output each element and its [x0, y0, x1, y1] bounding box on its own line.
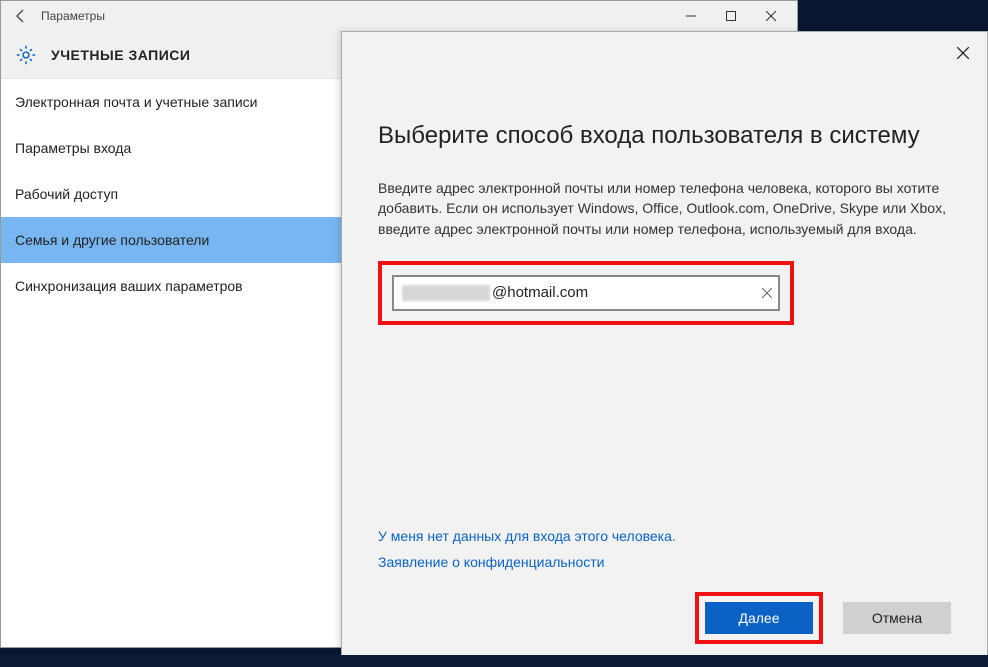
settings-sidebar: Электронная почта и учетные записи Парам…: [1, 79, 341, 309]
next-button-highlight: Далее: [695, 592, 823, 644]
sidebar-item-signin-options[interactable]: Параметры входа: [1, 125, 341, 171]
close-button[interactable]: [751, 1, 791, 31]
redacted-email-local-part: [402, 285, 490, 301]
no-credentials-link[interactable]: У меня нет данных для входа этого челове…: [378, 528, 951, 544]
sidebar-item-work-access[interactable]: Рабочий доступ: [1, 171, 341, 217]
cancel-button[interactable]: Отмена: [843, 602, 951, 634]
email-input[interactable]: [492, 284, 744, 301]
minimize-button[interactable]: [671, 1, 711, 31]
window-title: Параметры: [41, 9, 671, 23]
dialog-footer: У меня нет данных для входа этого челове…: [378, 528, 951, 644]
dialog-description: Введите адрес электронной почты или номе…: [378, 178, 951, 239]
settings-title-bar: Параметры: [1, 1, 797, 31]
dialog-body: Выберите способ входа пользователя в сис…: [342, 32, 987, 325]
section-title: УЧЕТНЫЕ ЗАПИСИ: [51, 47, 190, 63]
clear-input-icon[interactable]: [762, 285, 772, 301]
email-input-wrap[interactable]: [392, 275, 780, 311]
gear-icon: [15, 44, 37, 66]
dialog-links: У меня нет данных для входа этого челове…: [378, 528, 951, 570]
add-user-dialog: Выберите способ входа пользователя в сис…: [341, 31, 988, 667]
email-field-highlight: [378, 261, 794, 325]
sidebar-item-email-accounts[interactable]: Электронная почта и учетные записи: [1, 79, 341, 125]
sidebar-item-family-users[interactable]: Семья и другие пользователи: [1, 217, 341, 263]
window-controls: [671, 1, 791, 31]
dialog-buttons: Далее Отмена: [378, 592, 951, 644]
sidebar-item-sync-settings[interactable]: Синхронизация ваших параметров: [1, 263, 341, 309]
taskbar: [0, 655, 988, 667]
next-button[interactable]: Далее: [705, 602, 813, 634]
dialog-title: Выберите способ входа пользователя в сис…: [378, 122, 951, 150]
maximize-button[interactable]: [711, 1, 751, 31]
privacy-statement-link[interactable]: Заявление о конфиденциальности: [378, 554, 951, 570]
dialog-close-button[interactable]: [945, 38, 981, 68]
back-button[interactable]: [7, 2, 35, 30]
